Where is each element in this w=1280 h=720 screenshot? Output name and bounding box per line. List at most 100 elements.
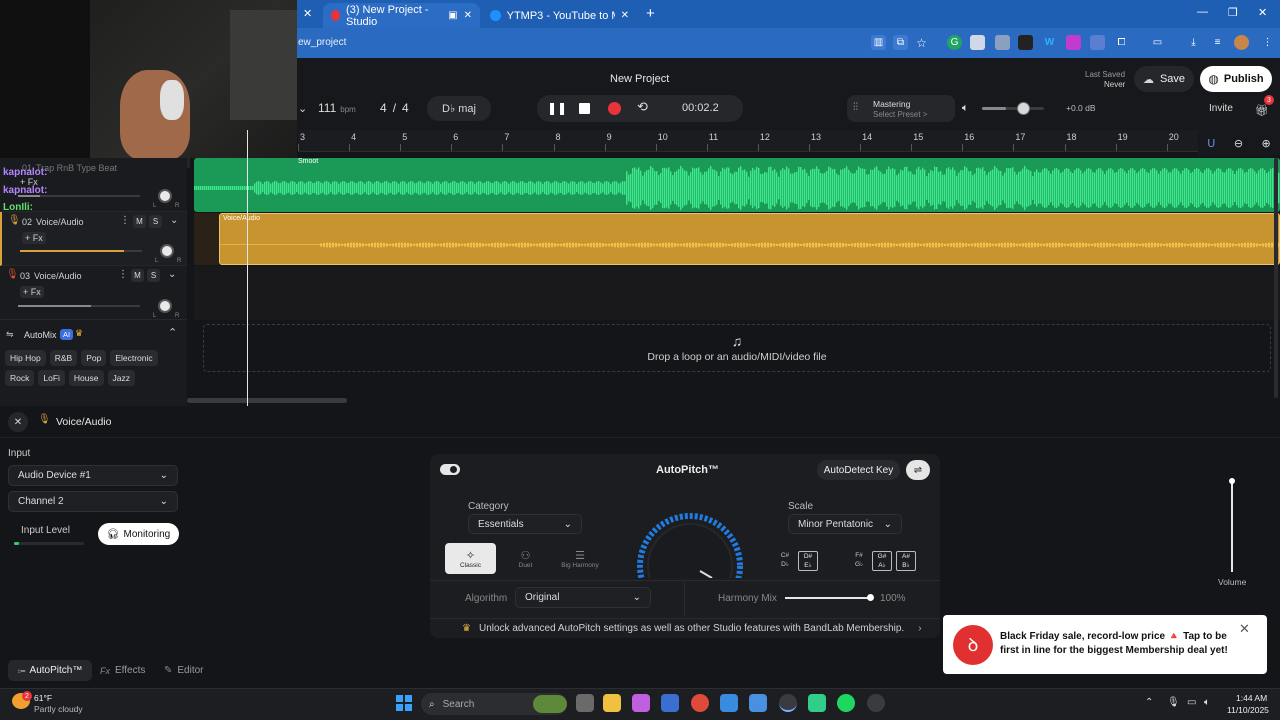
drop-zone[interactable]: ♫ Drop a loop or an audio/MIDI/video fil… [203,324,1271,372]
speaker-icon[interactable]: 🔈︎ [962,102,969,115]
algorithm-select[interactable]: Original ⌄ [515,587,651,608]
download-icon[interactable]: ⤓ [1186,35,1201,50]
tab-effects[interactable]: Fx Effects [100,660,160,681]
tab-close-icon[interactable]: ✕ [464,10,472,21]
app-icon[interactable] [749,694,767,712]
taskbar-search[interactable]: ⌕ Search [421,693,567,715]
genre-chip[interactable]: Electronic [110,350,158,366]
close-window-button[interactable]: ✕ [1258,6,1267,19]
extension-icon[interactable]: W [1042,35,1057,50]
mute-button[interactable]: M [133,215,146,228]
chrome-icon[interactable] [691,694,709,712]
extension-icon[interactable] [970,35,985,50]
vertical-scrollbar[interactable] [1274,158,1278,398]
fx-button[interactable]: + Fx [22,232,46,244]
volume-fader[interactable] [1229,477,1235,572]
channel-select[interactable]: Channel 2 ⌄ [8,491,178,512]
pause-button[interactable]: ❚❚ [547,101,567,115]
pan-knob[interactable] [158,189,172,203]
extension-icon[interactable] [995,35,1010,50]
collapse-chevron-icon[interactable]: ⌄ [298,102,307,115]
genre-chip[interactable]: R&B [49,350,78,366]
task-view-icon[interactable] [576,694,594,712]
fx-button[interactable]: + Fx [20,286,44,298]
sidepanel-icon[interactable]: ▭ [1150,35,1165,50]
scale-select[interactable]: Minor Pentatonic ⌄ [788,514,902,534]
key-button[interactable]: G# A♭ [872,551,892,571]
bpm-control[interactable]: 111 bpm [318,101,356,115]
reader-icon[interactable]: ▥ [871,35,886,50]
track-name[interactable]: Voice/Audio [34,271,82,281]
settings-sliders-icon[interactable]: ⇌ [906,460,930,480]
track-menu-icon[interactable]: ⋮ [118,269,128,280]
windows-start-icon[interactable] [396,695,412,711]
timeline-ruler[interactable]: 3 4 5 6 7 8 9 10 11 12 13 14 15 16 17 18 19 20 [298,130,1198,152]
volume-icon[interactable]: 🔈︎ [1204,697,1210,708]
category-select[interactable]: Essentials ⌄ [468,514,582,534]
tab-close-icon[interactable]: ✕ [303,7,312,20]
genre-chip[interactable]: Pop [81,350,107,366]
genre-chip[interactable]: Hip Hop [5,350,46,366]
track-header-3[interactable]: 🎙︎ 03 Voice/Audio ⋮ M S ⌄ + Fx L R [0,266,187,320]
close-panel-button[interactable]: ✕ [8,412,28,432]
arrangement-area[interactable]: Smoot Voice/Audio ♫ Drop a loop or an au… [187,158,1280,406]
tab-editor[interactable]: ✎ Editor [164,660,224,681]
solo-button[interactable]: S [149,215,162,228]
pan-knob[interactable] [160,244,174,258]
tab-close-icon[interactable]: ✕ [621,10,629,21]
mode-classic-button[interactable]: ✧ Classic [445,543,496,574]
mode-big-harmony-button[interactable]: ☰ Big Harmony [554,543,606,574]
genre-chip[interactable]: Rock [5,370,35,386]
autopitch-toggle[interactable] [440,464,460,475]
zoom-out-icon[interactable]: ⊖ [1234,137,1243,150]
menu-icon[interactable]: ⋮ [1260,35,1275,50]
url-text[interactable]: ew_project [298,37,346,48]
tab-autopitch[interactable]: ⩴ AutoPitch™ [8,660,92,681]
playlist-icon[interactable]: ≡ [1210,35,1225,50]
grammarly-icon[interactable]: G [947,35,962,50]
chevron-down-icon[interactable]: ⌄ [170,215,178,226]
minimize-button[interactable]: — [1197,6,1208,18]
horizontal-scrollbar[interactable] [187,398,347,403]
app-icon[interactable] [867,694,885,712]
pan-knob[interactable] [158,299,172,313]
key-button[interactable]: C# D♭ [774,551,796,571]
chevron-up-icon[interactable]: ⌃ [1145,697,1153,708]
key-selector[interactable]: D♭ maj [427,96,491,121]
cast-icon[interactable]: ⧉ [893,35,908,50]
network-icon[interactable]: ▭ [1187,697,1196,708]
tab-studio[interactable]: (3) New Project - Studio ▣ ✕ [323,3,480,28]
spotify-icon[interactable] [837,694,855,712]
mode-duet-button[interactable]: ⚇ Duet [500,543,551,574]
playhead[interactable] [247,130,248,406]
mastering-button[interactable]: ⫶⫶ Mastering Select Preset > [847,95,955,122]
new-tab-button[interactable]: + [646,5,655,22]
maximize-button[interactable]: ❐ [1228,6,1238,19]
chevron-up-icon[interactable]: ⌃ [168,326,177,339]
track-volume-slider[interactable] [18,305,140,307]
chevron-down-icon[interactable]: ⌄ [168,269,176,280]
chrome-active-icon[interactable] [779,694,797,712]
key-button[interactable]: F# G♭ [848,551,870,571]
genre-chip[interactable]: LoFi [38,370,65,386]
project-title[interactable]: New Project [610,73,669,85]
key-button[interactable]: A# B♭ [896,551,916,571]
extension-icon[interactable] [1066,35,1081,50]
mute-button[interactable]: M [131,269,144,282]
close-icon[interactable]: ✕ [1239,621,1250,637]
file-explorer-icon[interactable] [603,694,621,712]
pitch-correction-dial[interactable] [630,506,750,578]
store-icon[interactable] [661,694,679,712]
membership-upsell[interactable]: ♛ Unlock advanced AutoPitch settings as … [430,618,940,638]
empty-lane-3[interactable] [194,266,1280,320]
extension-icon[interactable] [1090,35,1105,50]
copilot-icon[interactable] [632,694,650,712]
publish-button[interactable]: ◍ Publish [1200,66,1272,92]
harmony-mix-slider[interactable] [785,594,874,601]
record-button[interactable] [608,102,621,115]
genre-chip[interactable]: House [68,370,104,386]
track-volume-slider[interactable] [20,250,142,252]
autodetect-key-button[interactable]: AutoDetect Key [817,460,900,480]
bookmark-star-icon[interactable]: ☆ [914,35,929,50]
puzzle-icon[interactable]: ⧠ [1114,35,1129,50]
